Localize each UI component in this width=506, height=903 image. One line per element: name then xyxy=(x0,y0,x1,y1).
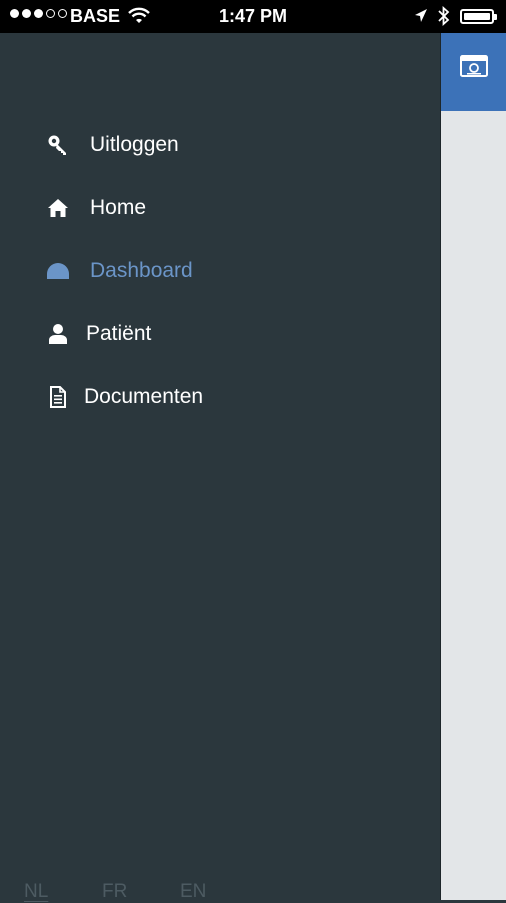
menu-item-label: Dashboard xyxy=(90,259,193,282)
main-content-peek[interactable] xyxy=(440,33,506,900)
dashboard-icon xyxy=(46,259,70,283)
home-icon xyxy=(46,196,70,220)
menu-item-documenten[interactable]: Documenten xyxy=(46,377,203,417)
user-icon xyxy=(46,322,70,346)
menu-item-label: Patiënt xyxy=(86,322,152,345)
menu-item-label: Uitloggen xyxy=(90,133,179,156)
status-bar: BASE 1:47 PM xyxy=(0,0,506,33)
menu-item-dashboard[interactable]: Dashboard xyxy=(46,251,193,291)
document-icon xyxy=(46,385,70,409)
id-card-icon xyxy=(460,55,488,111)
menu-item-uitloggen[interactable]: Uitloggen xyxy=(46,125,179,165)
header-bar[interactable] xyxy=(441,33,506,111)
key-icon xyxy=(46,133,70,157)
menu-item-label: Documenten xyxy=(84,385,204,408)
location-arrow-icon xyxy=(414,8,428,29)
battery-icon xyxy=(460,9,497,24)
clock: 1:47 PM xyxy=(218,6,288,26)
navigation-drawer: Uitloggen Home Dashboard Patiënt Documen… xyxy=(0,33,440,902)
menu-item-label: Home xyxy=(90,196,147,219)
menu-item-patient[interactable]: Patiënt xyxy=(46,314,151,354)
bluetooth-icon xyxy=(437,5,451,31)
menu-item-home[interactable]: Home xyxy=(46,188,146,228)
